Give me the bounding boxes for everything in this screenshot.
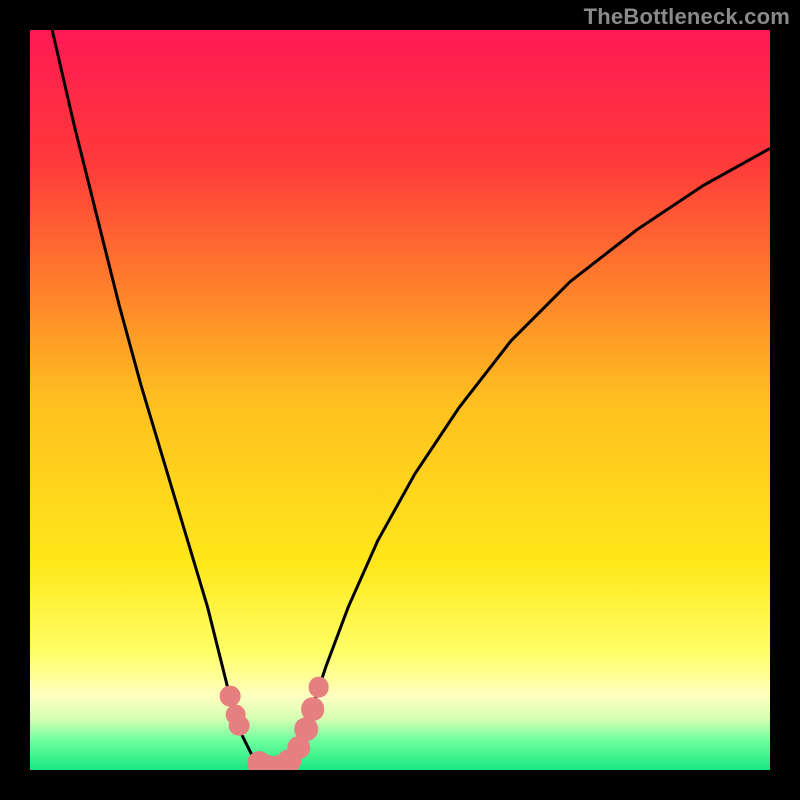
watermark-text: TheBottleneck.com xyxy=(584,4,790,30)
curve-layer xyxy=(30,30,770,770)
chart-frame: TheBottleneck.com xyxy=(0,0,800,800)
curve-marker xyxy=(301,697,325,721)
curve-marker xyxy=(229,715,250,736)
plot-area xyxy=(30,30,770,770)
curve-marker xyxy=(308,677,329,698)
bottleneck-curve xyxy=(52,30,770,769)
